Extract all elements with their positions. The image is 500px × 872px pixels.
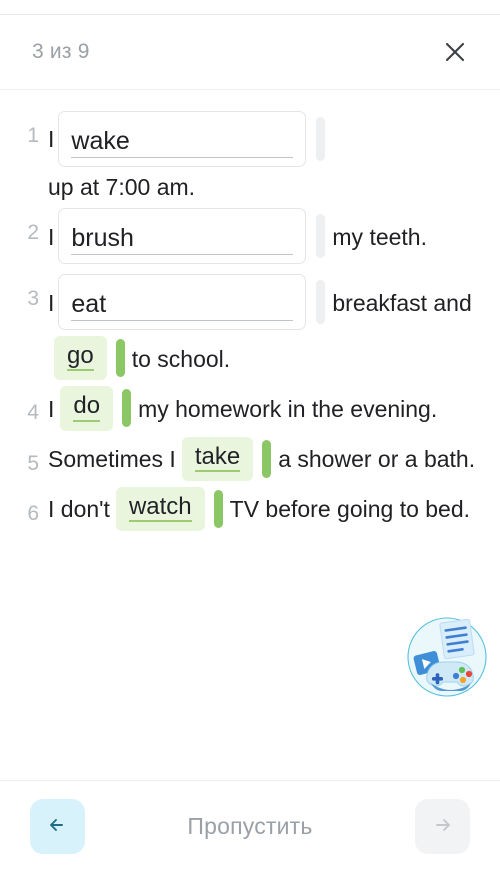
exercise-screen: 3 из 9 1 Iwake up at 7:00 am. 2 Ibrush my tee… — [0, 0, 500, 872]
arrow-left-icon — [45, 812, 71, 841]
exercise-line: 2 Ibrush my teeth. — [22, 205, 478, 267]
answer-chip[interactable]: watch — [115, 486, 205, 531]
line-number: 4 — [27, 401, 39, 425]
next-button[interactable] — [415, 799, 470, 854]
answer-chip-label: go — [67, 343, 94, 372]
header: 3 из 9 — [0, 15, 500, 90]
sentence-text: breakfast and — [332, 289, 472, 316]
answer-chip[interactable]: go — [54, 336, 107, 381]
sentence-text: Sometimes I — [48, 446, 176, 473]
line-number: 6 — [27, 501, 39, 525]
line-number: 2 — [27, 221, 39, 245]
answer-marker-green[interactable] — [122, 389, 132, 428]
sentence-text: my homework in the evening. — [138, 395, 438, 422]
sentence-text: a shower or a bath. — [278, 446, 476, 473]
exercise-line: 6 I don't watch TV before going to bed. — [22, 486, 478, 532]
sentence-text: I don't — [48, 496, 110, 523]
line-content: Ieat breakfast and go to school. — [48, 271, 478, 381]
exercise-line: 3 Ieat breakfast and go to school. — [22, 271, 478, 381]
answer-marker-gray[interactable] — [316, 280, 326, 325]
close-icon — [443, 40, 467, 64]
answer-input-value: brush — [71, 226, 294, 256]
line-content: Ido my homework in the evening. — [48, 385, 478, 431]
answer-chip-label: do — [73, 393, 101, 422]
sentence-text: to school. — [131, 345, 231, 372]
footer-navigation: Пропустить — [0, 780, 500, 872]
arrow-right-icon — [430, 812, 456, 841]
answer-input[interactable]: eat — [58, 274, 307, 331]
answer-input[interactable]: brush — [58, 208, 307, 265]
answer-input[interactable]: wake — [58, 111, 307, 167]
sentence-text: I — [48, 126, 55, 153]
line-content: Sometimes I take a shower or a bath. — [48, 436, 478, 482]
answer-chip[interactable]: do — [60, 386, 114, 431]
answer-marker-green[interactable] — [213, 489, 223, 528]
sentence-text: my teeth. — [332, 223, 427, 250]
progress-counter: 3 из 9 — [32, 40, 90, 63]
exercise-line: 4 Ido my homework in the evening. — [22, 385, 478, 431]
answer-marker-gray[interactable] — [316, 214, 326, 259]
close-button[interactable] — [438, 35, 472, 69]
sentence-text: I — [48, 395, 55, 422]
answer-chip-label: take — [194, 443, 241, 472]
answer-marker-gray[interactable] — [316, 117, 326, 161]
exercise-line: 5 Sometimes I take a shower or a bath. — [22, 436, 478, 482]
sentence-text: I — [48, 223, 55, 250]
gamepad-illustration-icon — [406, 616, 488, 698]
sentence-text: I — [48, 289, 55, 316]
line-content: I don't watch TV before going to bed. — [48, 486, 478, 532]
sentence-text: TV before going to bed. — [229, 496, 471, 523]
exercise-line: 1 Iwake up at 7:00 am. — [22, 108, 478, 201]
answer-marker-green[interactable] — [262, 439, 272, 478]
answer-chip[interactable]: take — [181, 436, 254, 481]
line-number: 3 — [27, 287, 39, 311]
sentence-text: up at 7:00 am. — [48, 174, 196, 200]
previous-button[interactable] — [30, 799, 85, 854]
line-number: 5 — [27, 451, 39, 475]
exercise-body: 1 Iwake up at 7:00 am. 2 Ibrush my teeth. 3 Iea… — [0, 90, 500, 780]
skip-button[interactable]: Пропустить — [181, 812, 318, 841]
answer-chip-label: watch — [128, 494, 192, 522]
answer-input-value: wake — [71, 129, 294, 158]
top-divider — [0, 0, 500, 15]
line-content: Iwake up at 7:00 am. — [48, 108, 478, 201]
answer-marker-green[interactable] — [115, 339, 125, 378]
line-number: 1 — [27, 124, 39, 147]
answer-input-value: eat — [71, 292, 294, 322]
line-content: Ibrush my teeth. — [48, 205, 478, 267]
